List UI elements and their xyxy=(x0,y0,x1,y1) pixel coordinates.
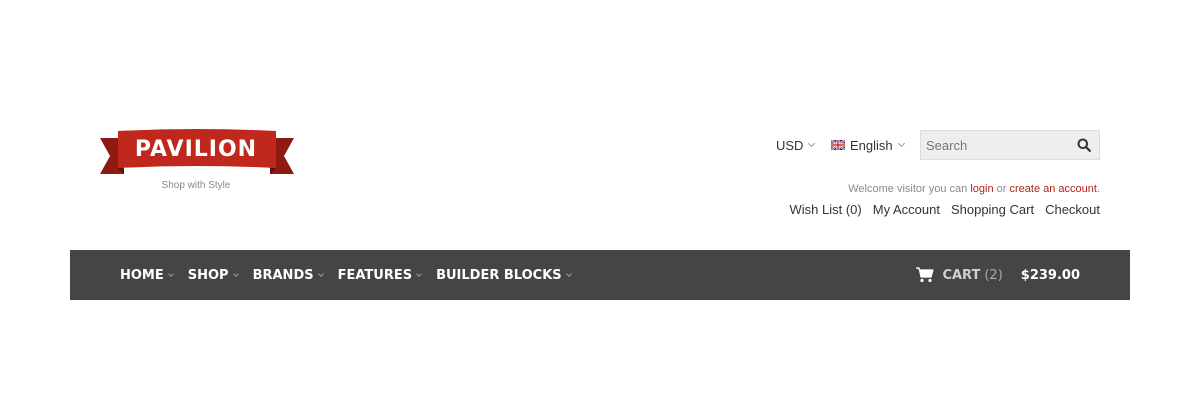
welcome-or: or xyxy=(996,183,1007,195)
nav-menu: HOME SHOP BRANDS FEATURES BUILDER BLOCKS xyxy=(120,250,572,300)
nav-item-label: HOME xyxy=(120,267,164,283)
language-selector[interactable]: English xyxy=(831,137,905,153)
cart-count: (2) xyxy=(984,267,1003,283)
welcome-prefix: Welcome visitor you can xyxy=(848,183,968,195)
nav-item-shop[interactable]: SHOP xyxy=(187,267,239,283)
logo-name: PAVILION xyxy=(134,137,258,162)
nav-item-brands[interactable]: BRANDS xyxy=(252,267,324,283)
language-label: English xyxy=(850,137,893,153)
login-link[interactable]: login xyxy=(970,183,993,195)
chevron-down-icon xyxy=(232,270,239,277)
chevron-down-icon xyxy=(565,270,572,277)
create-account-link[interactable]: create an account xyxy=(1009,183,1096,195)
nav-item-features[interactable]: FEATURES xyxy=(338,268,422,283)
search-box xyxy=(920,130,1100,160)
shopping-cart-link[interactable]: Shopping Cart xyxy=(951,202,1034,217)
welcome-message: Welcome visitor you can login or create … xyxy=(848,183,1100,195)
nav-item-label: SHOP xyxy=(187,267,229,283)
checkout-link[interactable]: Checkout xyxy=(1045,202,1100,217)
nav-item-label: FEATURES xyxy=(337,267,413,283)
nav-item-builder-blocks[interactable]: BUILDER BLOCKS xyxy=(436,267,572,283)
cart-label: CART xyxy=(942,267,981,283)
chevron-down-icon xyxy=(808,139,816,148)
chevron-down-icon xyxy=(317,270,324,277)
search-input[interactable] xyxy=(921,131,1071,159)
chevron-down-icon xyxy=(416,270,422,277)
cart-button[interactable]: CART (2) $239.00 xyxy=(916,250,1080,300)
cart-icon xyxy=(916,267,935,283)
site-logo[interactable]: PAVILION Shop with Style xyxy=(98,128,296,194)
currency-selector[interactable]: USD xyxy=(776,137,816,153)
cart-total: $239.00 xyxy=(1020,267,1080,283)
uk-flag-icon xyxy=(831,140,845,150)
main-nav: HOME SHOP BRANDS FEATURES BUILDER BLOCKS… xyxy=(70,250,1130,300)
welcome-suffix: . xyxy=(1096,183,1100,195)
my-account-link[interactable]: My Account xyxy=(873,202,940,217)
chevron-down-icon xyxy=(167,270,174,277)
chevron-down-icon xyxy=(897,139,905,148)
wish-list-link[interactable]: Wish List (0) xyxy=(790,202,862,217)
account-links: Wish List (0) My Account Shopping Cart C… xyxy=(790,202,1100,217)
nav-item-label: BRANDS xyxy=(252,267,314,283)
nav-item-home[interactable]: HOME xyxy=(120,267,174,283)
search-icon[interactable] xyxy=(1077,138,1091,152)
logo-tagline: Shop with Style xyxy=(161,180,231,191)
nav-item-label: BUILDER BLOCKS xyxy=(436,267,562,283)
currency-label: USD xyxy=(776,137,804,153)
